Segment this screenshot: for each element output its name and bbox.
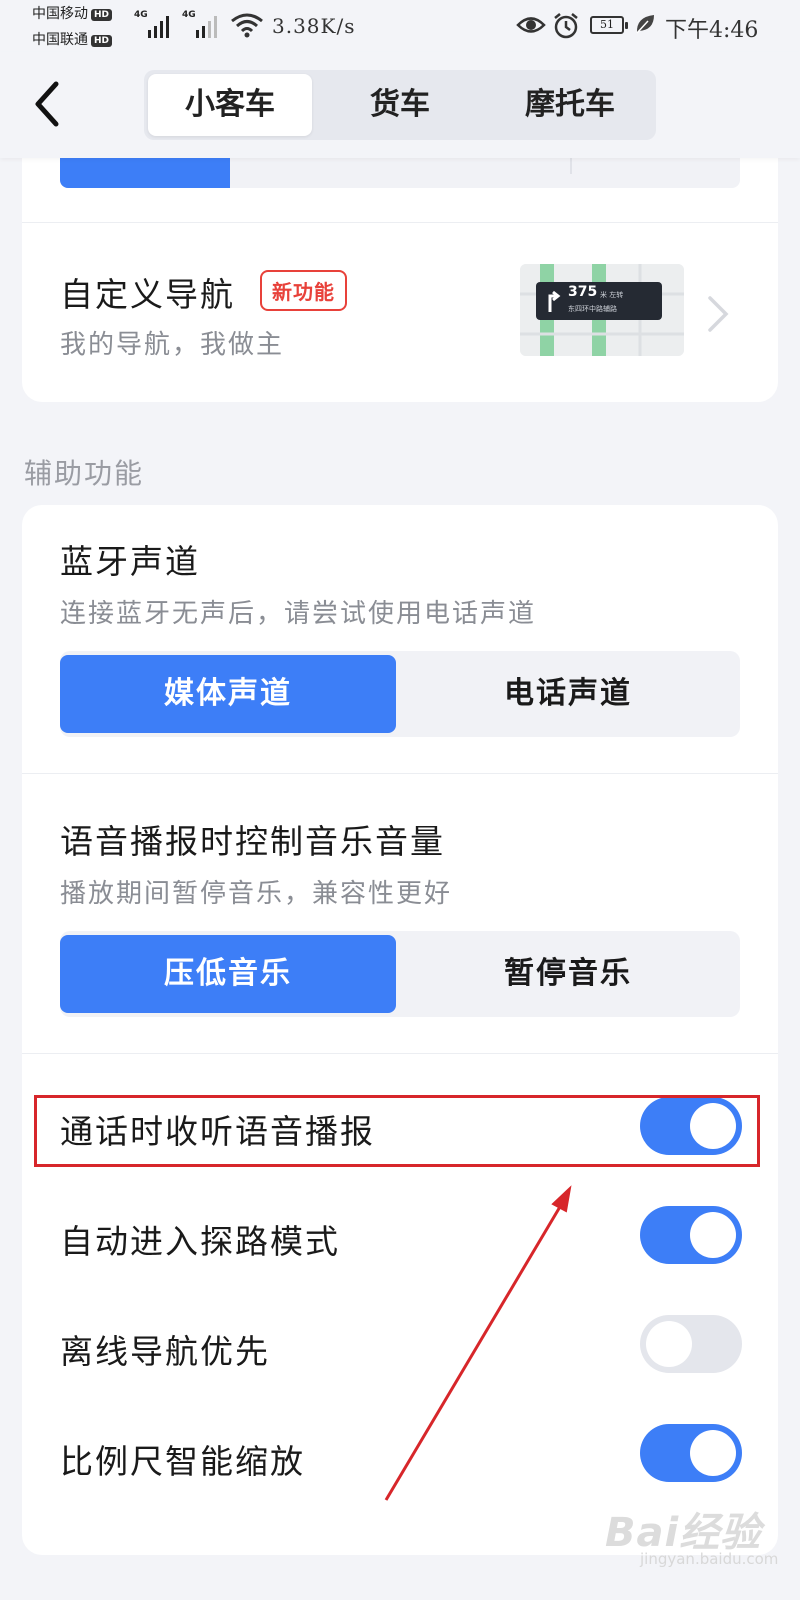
- preview-road: 东四环中路辅路: [568, 305, 617, 313]
- vehicle-type-tabs: 小客车 货车 摩托车: [144, 70, 656, 140]
- section-label-assist: 辅助功能: [24, 457, 145, 490]
- status-bar: 中国移动 HD 中国联通 HD 4G 4G 3.38K/s 51 下午4:46: [0, 0, 800, 52]
- tab-car[interactable]: 小客车: [148, 74, 312, 136]
- watermark-url: jingyan.baidu.com: [640, 1550, 779, 1568]
- music-volume-segmented: 压低音乐 暂停音乐: [60, 931, 740, 1017]
- bluetooth-channel-title: 蓝牙声道: [60, 542, 200, 581]
- tab-truck[interactable]: 货车: [318, 74, 482, 136]
- option-phone-channel[interactable]: 电话声道: [400, 655, 736, 733]
- chevron-right-icon: [708, 296, 729, 332]
- new-feature-badge: 新功能: [260, 270, 347, 311]
- divider: [22, 773, 778, 774]
- toggle-switch-explore-mode[interactable]: [640, 1206, 742, 1264]
- assist-features-card: 蓝牙声道 连接蓝牙无声后，请尝试使用电话声道 媒体声道 电话声道 语音播报时控制…: [22, 505, 778, 1555]
- tab-motorcycle[interactable]: 摩托车: [488, 74, 652, 136]
- option-media-channel[interactable]: 媒体声道: [60, 655, 396, 733]
- carrier-1: 中国移动 HD: [32, 6, 113, 22]
- preview-unit: 米 左转: [600, 291, 624, 299]
- signal-icon-2: 4G: [182, 10, 222, 38]
- status-time: 下午4:46: [665, 18, 759, 43]
- leaf-icon: [636, 15, 654, 34]
- music-volume-title: 语音播报时控制音乐音量: [60, 822, 445, 861]
- toggle-label-explore-mode: 自动进入探路模式: [60, 1222, 340, 1261]
- carrier-2: 中国联通 HD: [32, 32, 113, 48]
- toggle-label-offline-nav: 离线导航优先: [60, 1332, 270, 1371]
- divider: [22, 1053, 778, 1054]
- toggle-switch-scale-zoom[interactable]: [640, 1424, 742, 1482]
- divider: [22, 222, 778, 223]
- option-lower-music[interactable]: 压低音乐: [60, 935, 396, 1013]
- wifi-icon: [231, 13, 263, 38]
- net-speed: 3.38K/s: [272, 14, 356, 38]
- bluetooth-channel-segmented: 媒体声道 电话声道: [60, 651, 740, 737]
- preview-distance: 375: [568, 284, 598, 300]
- alarm-icon: [554, 13, 578, 39]
- custom-nav-subtitle: 我的导航，我做主: [60, 330, 285, 360]
- navigation-preview-thumbnail: 375 米 左转 东四环中路辅路: [520, 264, 684, 356]
- custom-nav-title: 自定义导航: [60, 275, 235, 314]
- highlight-box: [34, 1095, 760, 1167]
- bluetooth-channel-subtitle: 连接蓝牙无声后，请尝试使用电话声道: [60, 599, 537, 629]
- battery-icon: 51: [590, 16, 628, 34]
- toggle-switch-offline-nav[interactable]: [640, 1315, 742, 1373]
- music-volume-subtitle: 播放期间暂停音乐，兼容性更好: [60, 879, 453, 909]
- option-pause-music[interactable]: 暂停音乐: [400, 935, 736, 1013]
- back-button[interactable]: [28, 78, 68, 130]
- toggle-label-scale-zoom: 比例尺智能缩放: [60, 1442, 305, 1481]
- header: 小客车 货车 摩托车: [0, 52, 800, 158]
- eye-icon: [516, 17, 546, 33]
- signal-icon: 4G: [134, 10, 174, 38]
